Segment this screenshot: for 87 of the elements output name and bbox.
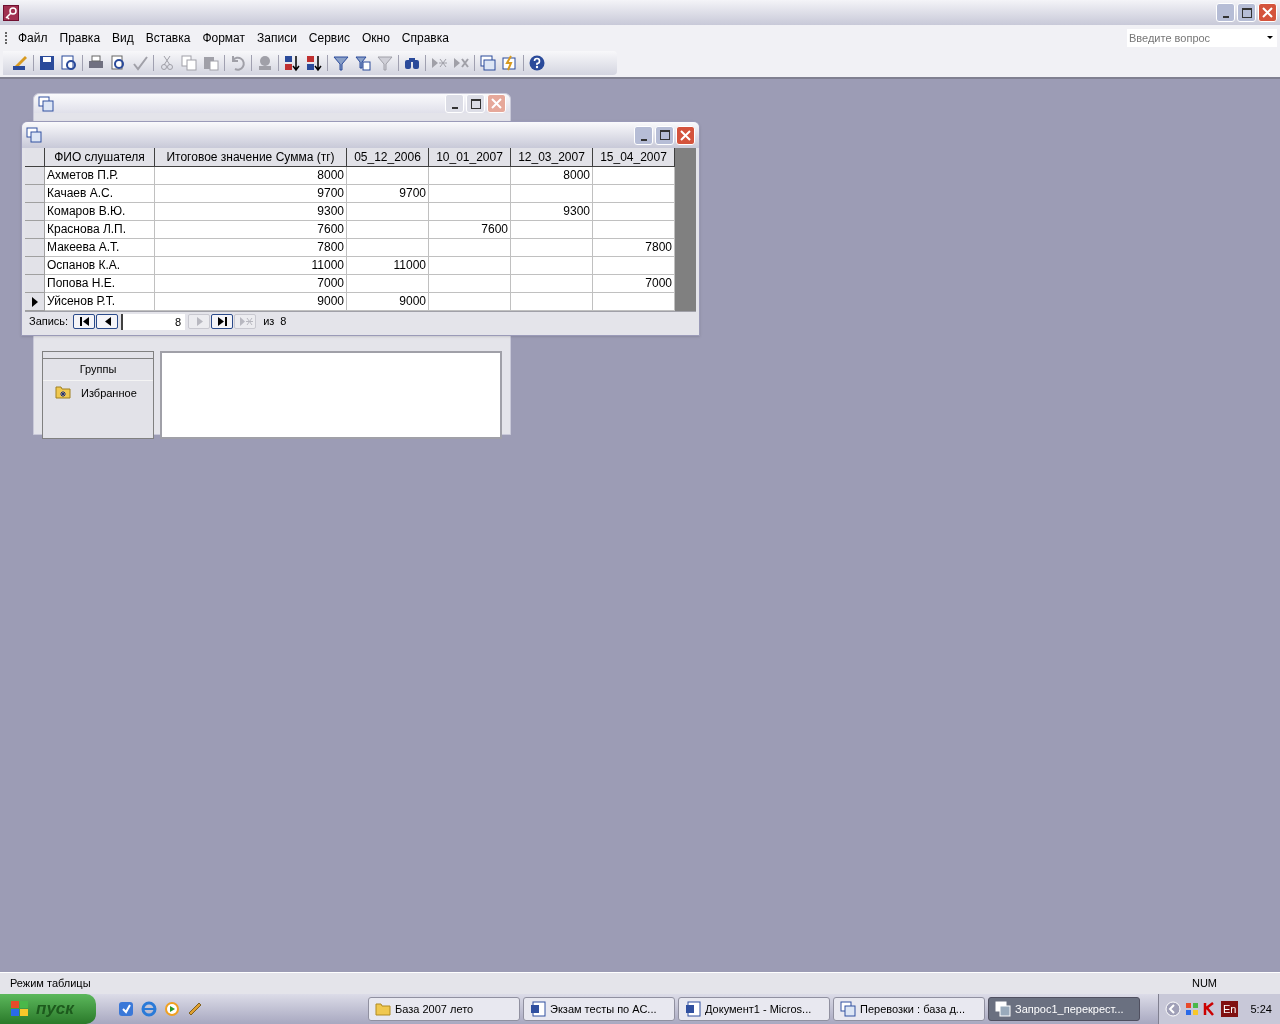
table-icon bbox=[995, 1001, 1011, 1017]
record-nav-button[interactable] bbox=[96, 314, 119, 329]
table-cell: 7800 bbox=[155, 239, 347, 257]
groups-header: Группы bbox=[43, 358, 153, 381]
record-nav-button[interactable] bbox=[211, 314, 234, 329]
language-indicator[interactable]: En bbox=[1221, 1000, 1239, 1018]
column-header[interactable]: 12_03_2007 bbox=[511, 148, 593, 167]
browser-icon[interactable] bbox=[141, 1001, 157, 1017]
status-text: Режим таблицы bbox=[10, 976, 91, 992]
close-button[interactable] bbox=[1258, 3, 1277, 22]
record-number-field[interactable]: 8 bbox=[121, 313, 186, 330]
chevron-icon[interactable] bbox=[1165, 1001, 1181, 1017]
new-record-icon bbox=[237, 314, 253, 329]
table-cell: Комаров В.Ю. bbox=[45, 203, 155, 221]
table-cell: 8000 bbox=[155, 167, 347, 185]
table-cell: 7000 bbox=[155, 275, 347, 293]
folder-icon bbox=[375, 1002, 391, 1016]
table-cell: Макеева А.Т. bbox=[45, 239, 155, 257]
caret-icon[interactable] bbox=[1267, 36, 1273, 39]
table-icon bbox=[840, 1001, 856, 1017]
num-indicator: NUM bbox=[1191, 976, 1217, 992]
menu-item[interactable]: Формат bbox=[196, 29, 252, 47]
app-icon[interactable] bbox=[118, 1001, 134, 1017]
clock: 5:24 bbox=[1250, 1001, 1272, 1017]
table-cell: 7600 bbox=[155, 221, 347, 239]
table-cell: Оспанов К.А. bbox=[45, 257, 155, 275]
current-row-icon bbox=[31, 296, 38, 307]
maximize-button[interactable] bbox=[1237, 3, 1256, 22]
column-header[interactable]: ФИО слушателя bbox=[45, 148, 155, 167]
document-icon bbox=[530, 1001, 546, 1017]
close-icon bbox=[1262, 7, 1273, 18]
help-search-field[interactable]: Введите вопрос bbox=[1127, 29, 1277, 47]
table-cell: 9300 bbox=[511, 203, 593, 221]
key-icon bbox=[3, 4, 19, 21]
row-selector[interactable] bbox=[25, 293, 45, 311]
menu-item[interactable]: Файл bbox=[12, 29, 54, 47]
menu-item[interactable]: Записи bbox=[251, 29, 303, 47]
taskbar-button[interactable]: База 2007 лето bbox=[368, 997, 520, 1021]
column-header[interactable]: 15_04_2007 bbox=[593, 148, 675, 167]
close-icon bbox=[491, 98, 502, 109]
menu-item[interactable]: Вставка bbox=[139, 29, 197, 47]
play-icon[interactable] bbox=[164, 1001, 180, 1017]
maximize-button[interactable] bbox=[466, 94, 485, 113]
menu-item[interactable]: Окно bbox=[355, 29, 396, 47]
tool-icon[interactable] bbox=[187, 1001, 203, 1017]
column-header[interactable]: 05_12_2006 bbox=[347, 148, 429, 167]
record-total: 8 bbox=[280, 314, 287, 330]
select-all-cell[interactable] bbox=[25, 148, 45, 167]
folder-icon bbox=[55, 386, 71, 400]
table-cell: 7000 bbox=[593, 275, 675, 293]
tray-icon[interactable] bbox=[1185, 1002, 1199, 1016]
menu-item[interactable]: Сервис bbox=[302, 29, 356, 47]
query-icon bbox=[26, 127, 42, 143]
close-icon bbox=[680, 129, 691, 141]
close-button[interactable] bbox=[676, 125, 695, 145]
windows-logo-icon bbox=[10, 1000, 30, 1018]
maximize-button[interactable] bbox=[655, 125, 674, 145]
table-cell: 11000 bbox=[155, 257, 347, 275]
table-cell: 9700 bbox=[155, 185, 347, 203]
record-nav-button[interactable] bbox=[73, 314, 96, 329]
table-cell: Попова Н.Е. bbox=[45, 275, 155, 293]
column-header[interactable]: Итоговое значение Сумма (тг) bbox=[155, 148, 347, 167]
minimize-button[interactable] bbox=[634, 125, 653, 145]
table-cell: 11000 bbox=[347, 257, 429, 275]
table-cell: 8000 bbox=[511, 167, 593, 185]
table-cell: Качаев А.С. bbox=[45, 185, 155, 203]
table-cell: 9700 bbox=[347, 185, 429, 203]
table-cell: 9300 bbox=[155, 203, 347, 221]
column-header[interactable]: 10_01_2007 bbox=[429, 148, 511, 167]
table-cell: Ахметов П.Р. bbox=[45, 167, 155, 185]
table-cell: 7800 bbox=[593, 239, 675, 257]
record-label: Запись: bbox=[29, 314, 69, 330]
group-item[interactable]: Избранное bbox=[43, 384, 153, 401]
table-cell: 7600 bbox=[429, 221, 511, 239]
table-cell: Краснова Л.П. bbox=[45, 221, 155, 239]
taskbar-button[interactable]: Перевозки : база д... bbox=[833, 997, 985, 1021]
menu-item[interactable]: Вид bbox=[106, 29, 140, 47]
antivirus-icon[interactable] bbox=[1203, 1002, 1217, 1016]
taskbar-button[interactable]: Документ1 - Micros... bbox=[678, 997, 830, 1021]
minimize-button[interactable] bbox=[1216, 3, 1235, 22]
record-total-label: из bbox=[263, 314, 275, 330]
document-icon bbox=[685, 1001, 701, 1017]
taskbar-button[interactable]: Экзам тесты по АС... bbox=[523, 997, 675, 1021]
minimize-button[interactable] bbox=[445, 94, 464, 113]
taskbar-button[interactable]: Запрос1_перекрест... bbox=[988, 997, 1140, 1021]
menu-item[interactable]: Правка bbox=[53, 29, 107, 47]
menu-item[interactable]: Справка bbox=[395, 29, 455, 47]
